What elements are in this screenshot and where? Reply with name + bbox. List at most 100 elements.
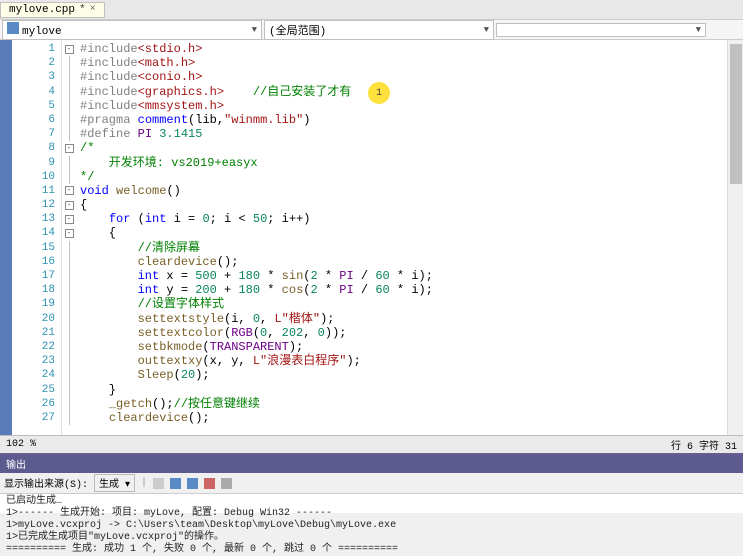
- code-line[interactable]: #include<conio.h>: [80, 70, 743, 84]
- outline-cell: -: [62, 42, 76, 56]
- code-line[interactable]: */: [80, 170, 743, 184]
- outline-cell: [62, 340, 76, 354]
- goto-prev-icon[interactable]: [170, 478, 181, 489]
- code-line[interactable]: #include<graphics.h> //自己安装了才有: [80, 85, 743, 99]
- code-line[interactable]: int x = 500 + 180 * sin(2 * PI / 60 * i)…: [80, 269, 743, 283]
- code-line[interactable]: settextcolor(RGB(0, 202, 0));: [80, 326, 743, 340]
- outline-cell: [62, 269, 76, 283]
- code-line[interactable]: settextstyle(i, 0, L"楷体");: [80, 312, 743, 326]
- output-source-dropdown[interactable]: 生成 ▾: [94, 474, 135, 492]
- code-line[interactable]: #define PI 3.1415: [80, 127, 743, 141]
- cpp-icon: [7, 22, 19, 34]
- scope-dropdown[interactable]: mylove ▼: [2, 20, 262, 40]
- line-number: 18: [12, 283, 61, 297]
- outline-cell: -: [62, 141, 76, 155]
- code-line[interactable]: //设置字体样式: [80, 297, 743, 311]
- code-line[interactable]: {: [80, 198, 743, 212]
- fold-toggle[interactable]: -: [65, 215, 74, 224]
- vertical-scrollbar[interactable]: [727, 40, 743, 435]
- code-line[interactable]: #pragma comment(lib,"winmm.lib"): [80, 113, 743, 127]
- outline-cell: [62, 326, 76, 340]
- line-number: 10: [12, 170, 61, 184]
- fold-toggle[interactable]: -: [65, 45, 74, 54]
- outline-cell: [62, 156, 76, 170]
- output-line: 1>myLove.vcxproj -> C:\Users\team\Deskto…: [6, 520, 737, 532]
- editor-area: 1234567891011121314151617181920212223242…: [0, 40, 743, 435]
- line-number: 7: [12, 127, 61, 141]
- code-line[interactable]: setbkmode(TRANSPARENT);: [80, 340, 743, 354]
- tab-filename: mylove.cpp: [9, 4, 75, 16]
- line-number: 21: [12, 326, 61, 340]
- outline-cell: [62, 312, 76, 326]
- member-dropdown[interactable]: (全局范围) ▼: [264, 20, 494, 40]
- code-line[interactable]: Sleep(20);: [80, 368, 743, 382]
- line-number: 1: [12, 42, 61, 56]
- outline-cell: [62, 411, 76, 425]
- context-bar: mylove ▼ (全局范围) ▼ ▼: [0, 20, 743, 40]
- line-number: 16: [12, 255, 61, 269]
- annotation-marker: 1: [368, 82, 390, 104]
- fold-toggle[interactable]: -: [65, 186, 74, 195]
- code-line[interactable]: 开发环境: vs2019+easyx: [80, 156, 743, 170]
- line-number: 27: [12, 411, 61, 425]
- find-icon[interactable]: [153, 478, 164, 489]
- code-line[interactable]: for (int i = 0; i < 50; i++): [80, 212, 743, 226]
- line-number: 23: [12, 354, 61, 368]
- code-line[interactable]: cleardevice();: [80, 255, 743, 269]
- line-number: 24: [12, 368, 61, 382]
- line-number: 5: [12, 99, 61, 113]
- outline-cell: [62, 297, 76, 311]
- goto-next-icon[interactable]: [187, 478, 198, 489]
- line-number: 3: [12, 70, 61, 84]
- line-number: 26: [12, 397, 61, 411]
- line-number: 12: [12, 198, 61, 212]
- code-line[interactable]: outtextxy(x, y, L"浪漫表白程序");: [80, 354, 743, 368]
- fold-toggle[interactable]: -: [65, 201, 74, 210]
- line-number: 19: [12, 297, 61, 311]
- line-number: 17: [12, 269, 61, 283]
- code-line[interactable]: }: [80, 383, 743, 397]
- code-line[interactable]: #include<stdio.h>: [80, 42, 743, 56]
- code-line[interactable]: void welcome(): [80, 184, 743, 198]
- outline-cell: [62, 397, 76, 411]
- fold-toggle[interactable]: -: [65, 229, 74, 238]
- file-tab[interactable]: mylove.cpp* ×: [0, 2, 105, 18]
- close-icon[interactable]: ×: [90, 4, 96, 15]
- outline-cell: [62, 283, 76, 297]
- clear-icon[interactable]: [204, 478, 215, 489]
- scrollbar-thumb[interactable]: [730, 44, 742, 184]
- outline-cell: [62, 241, 76, 255]
- code-line[interactable]: /*: [80, 141, 743, 155]
- output-text[interactable]: 已启动生成…1>------ 生成开始: 项目: myLove, 配置: Deb…: [0, 494, 743, 556]
- tab-bar: mylove.cpp* ×: [0, 0, 743, 20]
- line-number: 6: [12, 113, 61, 127]
- line-number: 8: [12, 141, 61, 155]
- scope-label: mylove: [22, 26, 62, 38]
- toggle-wrap-icon[interactable]: [221, 478, 232, 489]
- code-line[interactable]: int y = 200 + 180 * cos(2 * PI / 60 * i)…: [80, 283, 743, 297]
- output-toolbar: 显示输出来源(S): 生成 ▾ |: [0, 473, 743, 494]
- output-line: 已启动生成…: [6, 496, 737, 508]
- code-line[interactable]: {: [80, 226, 743, 240]
- output-panel-title: 输出: [0, 455, 743, 473]
- outline-cell: [62, 383, 76, 397]
- zoom-level[interactable]: 102 %: [6, 439, 36, 450]
- outline-cell: -: [62, 226, 76, 240]
- code-line[interactable]: _getch();//按任意键继续: [80, 397, 743, 411]
- cursor-position: 行 6 字符 31: [671, 437, 737, 453]
- output-line: 1>------ 生成开始: 项目: myLove, 配置: Debug Win…: [6, 508, 737, 520]
- outline-cell: [62, 127, 76, 141]
- code-line[interactable]: #include<mmsystem.h>: [80, 99, 743, 113]
- outline-cell: [62, 70, 76, 84]
- code-line[interactable]: #include<math.h>: [80, 56, 743, 70]
- status-bar: 102 % 行 6 字符 31: [0, 435, 743, 453]
- code-area[interactable]: 1 #include<stdio.h>#include<math.h>#incl…: [76, 40, 743, 435]
- fold-toggle[interactable]: -: [65, 144, 74, 153]
- code-line[interactable]: cleardevice();: [80, 411, 743, 425]
- chevron-down-icon: ▼: [252, 25, 257, 35]
- navigate-dropdown[interactable]: ▼: [496, 23, 706, 37]
- output-line: 1>已完成生成项目"myLove.vcxproj"的操作。: [6, 532, 737, 544]
- line-number: 15: [12, 241, 61, 255]
- line-number: 20: [12, 312, 61, 326]
- code-line[interactable]: //清除屏幕: [80, 241, 743, 255]
